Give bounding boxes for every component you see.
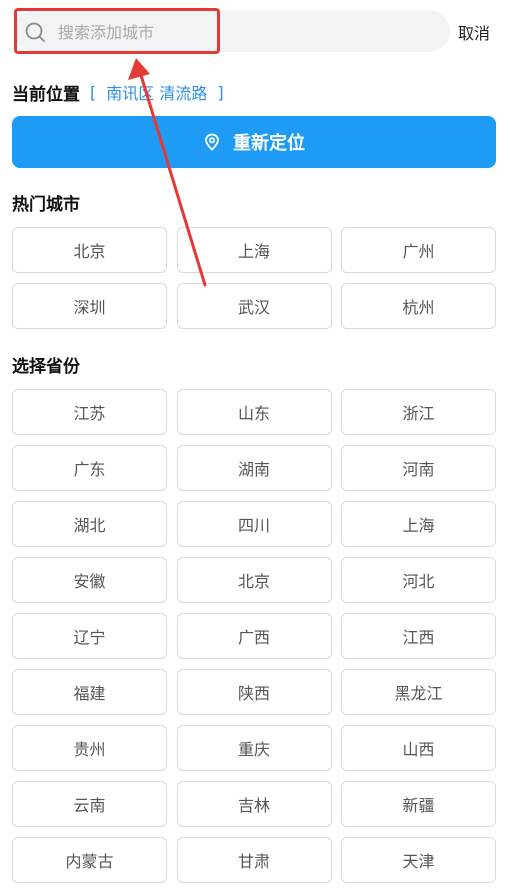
cancel-button[interactable]: 取消 [458, 20, 490, 44]
city-option[interactable]: 武汉 [176, 283, 332, 329]
city-option[interactable]: 天津 [341, 837, 496, 883]
city-option[interactable]: 山西 [341, 725, 496, 771]
location-pin-icon [205, 133, 219, 151]
city-option[interactable]: 北京 [12, 227, 167, 273]
city-option[interactable]: 河南 [341, 445, 496, 491]
city-option[interactable]: 上海 [176, 227, 332, 273]
city-option[interactable]: 上海 [341, 501, 496, 547]
city-option[interactable]: 贵州 [12, 725, 167, 771]
top-bar: 取消 [0, 0, 512, 64]
city-option[interactable]: 重庆 [176, 725, 332, 771]
city-option[interactable]: 北京 [176, 557, 332, 603]
city-option[interactable]: 辽宁 [12, 613, 167, 659]
city-option[interactable]: 黑龙江 [341, 669, 496, 715]
search-bar[interactable] [14, 10, 450, 52]
hot-cities-title: 热门城市 [12, 195, 80, 215]
city-option[interactable]: 深圳 [12, 283, 167, 329]
city-option[interactable]: 云南 [12, 781, 167, 827]
city-option[interactable]: 杭州 [341, 283, 496, 329]
relocate-label: 重新定位 [233, 133, 305, 154]
current-location-row: 当前位置 [ 南讯区 清流路 ] [12, 78, 234, 106]
current-location-value[interactable]: 南讯区 清流路 [106, 80, 207, 104]
city-option[interactable]: 陕西 [176, 669, 332, 715]
location-bracket-open: [ [90, 82, 97, 102]
city-option[interactable]: 河北 [341, 557, 496, 603]
current-location-title: 当前位置 [12, 84, 80, 105]
search-icon [25, 22, 45, 42]
city-option[interactable]: 浙江 [341, 389, 496, 435]
provinces-title: 选择省份 [12, 357, 80, 377]
city-option[interactable]: 广州 [341, 227, 496, 273]
hot-cities-grid: 北京 上海 广州深圳 武汉 杭州 [12, 227, 496, 329]
city-option[interactable]: 四川 [176, 501, 332, 547]
city-option[interactable]: 江西 [341, 613, 496, 659]
city-option[interactable]: 新疆 [341, 781, 496, 827]
search-input[interactable] [56, 16, 440, 48]
city-option[interactable]: 福建 [12, 669, 167, 715]
city-option[interactable]: 湖南 [176, 445, 332, 491]
provinces-grid: 江苏 山东 浙江广东 湖南 河南湖北 四川 上海安徽 北京 河北辽宁 广西 江西福建 陕西 黑龙江贵州重… [12, 389, 496, 883]
city-option[interactable]: 甘肃 [176, 837, 332, 883]
city-option[interactable]: 广东 [12, 445, 167, 491]
city-option[interactable]: 山东 [176, 389, 332, 435]
city-option[interactable]: 吉林 [176, 781, 332, 827]
city-option[interactable]: 江苏 [12, 389, 167, 435]
location-bracket-close: ] [217, 82, 224, 102]
city-option[interactable]: 广西 [176, 613, 332, 659]
city-option[interactable]: 安徽 [12, 557, 167, 603]
relocate-button[interactable]: 重新定位 [12, 116, 496, 168]
city-option[interactable]: 湖北 [12, 501, 167, 547]
city-option[interactable]: 内蒙古 [12, 837, 167, 883]
